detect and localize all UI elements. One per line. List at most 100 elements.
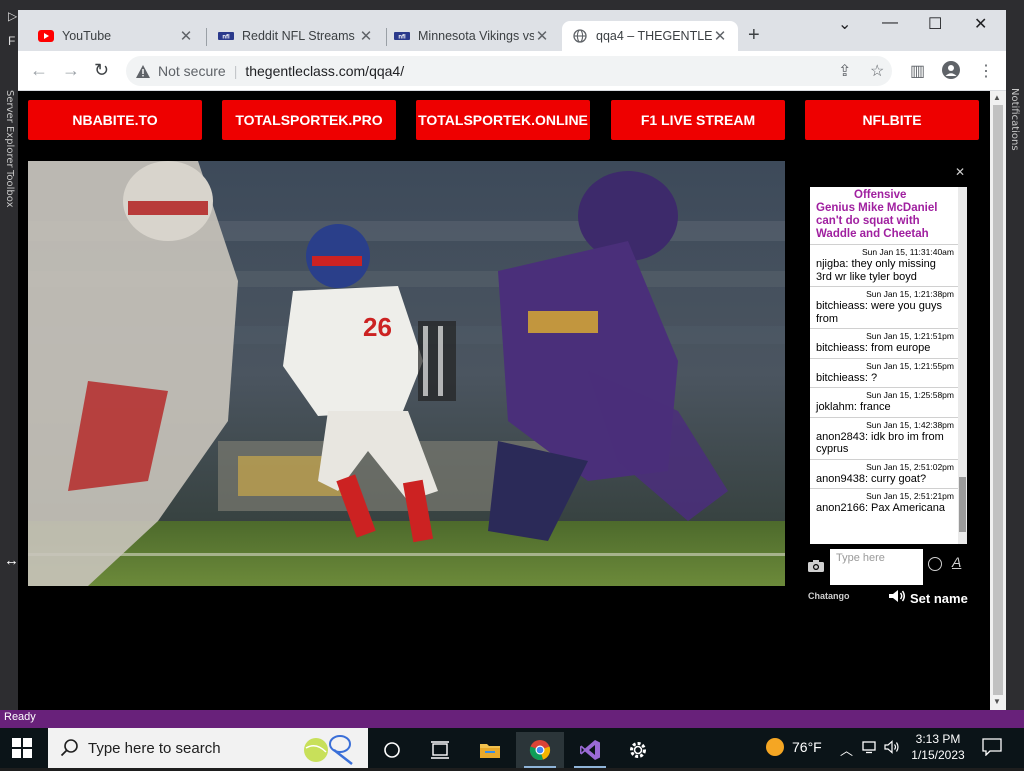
- notifications-tab[interactable]: Notifications: [1006, 88, 1020, 151]
- nav-button-totalsportek-online[interactable]: TOTALSPORTEK.ONLINE: [416, 100, 590, 140]
- chat-message-partial: Offensive Genius Mike McDaniel can't do …: [810, 187, 958, 245]
- volume-icon[interactable]: [884, 740, 900, 757]
- font-style-icon[interactable]: A: [952, 554, 961, 570]
- scroll-up-arrow-icon[interactable]: ▲: [993, 93, 1001, 102]
- youtube-icon: [38, 28, 54, 44]
- svg-text:nfl: nfl: [222, 35, 230, 41]
- close-tab-icon[interactable]: ✕: [358, 27, 374, 45]
- chat-input-row: Type here A: [808, 549, 970, 585]
- nav-button-nflbite[interactable]: NFLBITE: [805, 100, 979, 140]
- page-scroll-thumb[interactable]: [993, 105, 1003, 695]
- cortana-icon[interactable]: [368, 732, 416, 768]
- message-timestamp: Sun Jan 15, 1:21:55pm: [866, 360, 954, 371]
- tab-title: Reddit NFL Streams F: [242, 29, 358, 43]
- message-timestamp: Sun Jan 15, 1:21:38pm: [866, 289, 954, 299]
- share-icon[interactable]: ⇪: [838, 61, 851, 81]
- toolbox-tab[interactable]: Toolbox: [3, 170, 15, 208]
- message-text: anon9438: curry goat?: [816, 472, 927, 485]
- message-text: bitchieass: were you guys from: [816, 300, 942, 325]
- tab-qqa4-active[interactable]: qqa4 – THEGENTLECL ✕: [562, 21, 738, 51]
- nav-button-f1-live-stream[interactable]: F1 LIVE STREAM: [611, 100, 785, 140]
- tab-minnesota-vikings[interactable]: nfl Minnesota Vikings vs ✕: [384, 21, 560, 51]
- weather-temperature: 76°F: [792, 739, 822, 755]
- chatango-brand[interactable]: Chatango: [808, 591, 850, 601]
- show-hidden-icons-chevron-icon[interactable]: ︿: [840, 740, 853, 759]
- chatango-widget: ✕ Offensive Genius Mike McDaniel can't d…: [808, 161, 970, 611]
- message-timestamp: Sun Jan 15, 1:25:58pm: [866, 390, 954, 400]
- camera-icon[interactable]: [808, 559, 824, 572]
- chat-message: Sun Jan 15, 1:21:38pm bitchieass: were y…: [810, 287, 958, 329]
- tab-title: Minnesota Vikings vs: [418, 29, 534, 43]
- taskbar: Type here to search 76°F ︿ 3:13 PM 1/15/…: [0, 728, 1024, 768]
- maximize-button[interactable]: ☐: [928, 14, 942, 34]
- emoticon-icon[interactable]: [928, 557, 942, 571]
- close-window-button[interactable]: ✕: [974, 14, 987, 34]
- site-nav: NBABITE.TO TOTALSPORTEK.PRO TOTALSPORTEK…: [28, 100, 980, 140]
- file-explorer-icon[interactable]: [466, 732, 514, 768]
- profile-avatar-icon[interactable]: [942, 61, 960, 84]
- nflbite-icon: nfl: [394, 28, 410, 44]
- chat-message: Sun Jan 15, 1:42:38pm anon2843: idk bro …: [810, 418, 958, 460]
- windows-start-icon[interactable]: [12, 738, 32, 758]
- nav-button-nbabite[interactable]: NBABITE.TO: [28, 100, 202, 140]
- set-name-button[interactable]: Set name: [910, 591, 968, 606]
- new-tab-button[interactable]: +: [748, 24, 760, 47]
- tab-strip: YouTube ✕ nfl Reddit NFL Streams F ✕ nfl…: [18, 10, 1006, 51]
- nav-button-totalsportek-pro[interactable]: TOTALSPORTEK.PRO: [222, 100, 396, 140]
- close-tab-icon[interactable]: ✕: [534, 27, 550, 45]
- back-button[interactable]: ←: [30, 60, 48, 81]
- message-text: anon2166: Pax Americana: [816, 502, 946, 514]
- task-view-icon[interactable]: [416, 732, 464, 768]
- message-text: bitchieass: ?: [816, 371, 878, 384]
- chrome-taskbar-icon[interactable]: [516, 732, 564, 768]
- page-scrollbar[interactable]: ▲ ▼: [990, 91, 1006, 710]
- menu-kebab-icon[interactable]: ⋮: [978, 61, 994, 81]
- video-frame-football-play: 26: [28, 161, 785, 586]
- address-bar[interactable]: Not secure | thegentleclass.com/qqa4/: [126, 56, 892, 86]
- url-text[interactable]: thegentleclass.com/qqa4/: [245, 63, 404, 79]
- system-clock[interactable]: 3:13 PM 1/15/2023: [906, 731, 970, 763]
- message-timestamp: Sun Jan 15, 1:21:51pm: [866, 331, 954, 341]
- network-icon[interactable]: [862, 740, 878, 757]
- bookmark-star-icon[interactable]: ☆: [870, 61, 884, 81]
- chat-message-line: can't do squat with: [816, 215, 920, 227]
- chat-message-input[interactable]: Type here: [830, 549, 923, 585]
- globe-icon: [572, 28, 588, 44]
- sun-icon: [766, 738, 784, 756]
- speaker-icon[interactable]: [888, 589, 906, 603]
- taskbar-search-box[interactable]: Type here to search: [48, 728, 368, 768]
- search-icon: [60, 738, 80, 758]
- not-secure-label[interactable]: Not secure: [158, 63, 226, 79]
- close-tab-icon[interactable]: ✕: [712, 27, 728, 45]
- minimize-button[interactable]: —: [882, 14, 898, 32]
- clock-time: 3:13 PM: [915, 732, 961, 746]
- browser-window: YouTube ✕ nfl Reddit NFL Streams F ✕ nfl…: [18, 10, 1006, 710]
- chat-message: Sun Jan 15, 1:25:58pm joklahm: france: [810, 388, 958, 418]
- settings-gear-icon[interactable]: [614, 732, 662, 768]
- close-tab-icon[interactable]: ✕: [178, 27, 194, 45]
- close-chat-icon[interactable]: ✕: [955, 165, 965, 179]
- chat-scrollbar[interactable]: [958, 187, 967, 544]
- message-timestamp: Sun Jan 15, 2:51:02pm: [866, 461, 954, 472]
- warning-icon[interactable]: [136, 64, 150, 78]
- resize-cursor-icon: ↔: [4, 552, 19, 569]
- reload-button[interactable]: ↻: [94, 60, 109, 81]
- server-explorer-tab[interactable]: Server Explorer: [3, 90, 15, 168]
- weather-widget[interactable]: 76°F: [766, 738, 822, 756]
- chat-scroll-thumb[interactable]: [959, 477, 966, 532]
- browser-toolbar: ← → ↻ Not secure | thegentleclass.com/qq…: [18, 51, 1006, 91]
- address-divider: |: [233, 63, 238, 79]
- tab-search-chevron-icon[interactable]: ⌄: [838, 14, 851, 34]
- scroll-down-arrow-icon[interactable]: ▼: [993, 697, 1001, 706]
- chat-messages[interactable]: Offensive Genius Mike McDaniel can't do …: [810, 187, 958, 544]
- nflbite-icon: nfl: [218, 28, 234, 44]
- tab-reddit-nfl-streams[interactable]: nfl Reddit NFL Streams F ✕: [208, 21, 384, 51]
- forward-button[interactable]: →: [62, 60, 80, 81]
- tab-youtube[interactable]: YouTube ✕: [28, 21, 204, 51]
- visual-studio-icon[interactable]: [566, 732, 614, 768]
- web-page: NBABITE.TO TOTALSPORTEK.PRO TOTALSPORTEK…: [18, 91, 990, 710]
- tab-title: YouTube: [62, 29, 112, 43]
- video-player[interactable]: 26: [28, 161, 785, 586]
- notification-center-icon[interactable]: [982, 738, 1002, 757]
- side-panel-icon[interactable]: ▥: [910, 61, 925, 81]
